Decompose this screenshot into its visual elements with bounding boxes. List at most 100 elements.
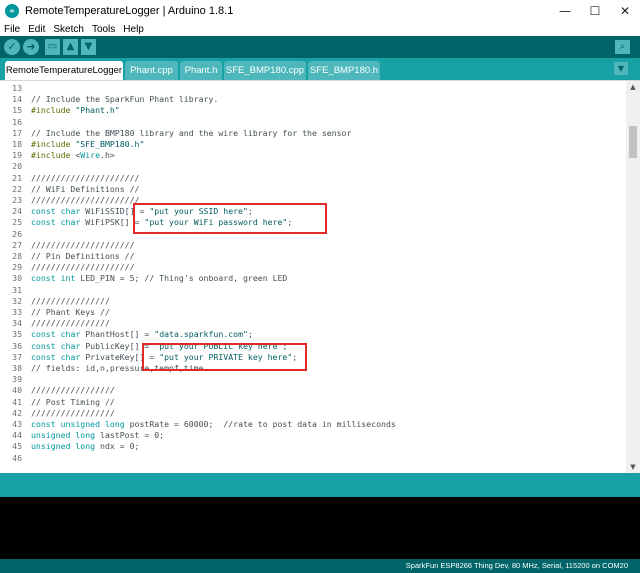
- scroll-up-icon[interactable]: ▲: [626, 81, 640, 93]
- code-line[interactable]: /////////////////: [31, 408, 624, 419]
- line-number: 15: [12, 105, 22, 116]
- line-number: 13: [12, 83, 22, 93]
- code-token: // Include the SparkFun Phant library.: [31, 94, 219, 105]
- tab-phant-cpp[interactable]: Phant.cpp: [125, 61, 178, 80]
- code-line[interactable]: //////////////////////: [31, 173, 624, 184]
- tab-sfe-bmp180-h[interactable]: SFE_BMP180.h: [308, 61, 380, 80]
- code-token: const: [31, 206, 56, 217]
- menu-help[interactable]: Help: [123, 24, 144, 35]
- code-line[interactable]: #include "SFE_BMP180.h": [31, 139, 624, 150]
- code-line[interactable]: const char PhantHost[] = "data.sparkfun.…: [31, 329, 624, 340]
- verify-button[interactable]: ✓: [4, 39, 20, 55]
- line-number: 27: [12, 239, 22, 250]
- code-line[interactable]: [31, 285, 624, 296]
- code-line[interactable]: // Post Timing //: [31, 397, 624, 408]
- code-token: // Phant Keys //: [31, 307, 110, 317]
- line-number: 22: [12, 183, 22, 194]
- code-line[interactable]: const unsigned long postRate = 60000; //…: [31, 419, 624, 430]
- code-token: //////////////////////: [31, 195, 140, 205]
- code-line[interactable]: // WiFi Definitions //: [31, 184, 624, 195]
- code-line[interactable]: /////////////////////: [31, 262, 624, 273]
- code-line[interactable]: const char WiFiPSK[] = "put your WiFi pa…: [31, 217, 624, 228]
- code-line[interactable]: [31, 229, 624, 240]
- menu-bar: File Edit Sketch Tools Help: [0, 22, 640, 36]
- arrow-up-icon: ▲: [66, 41, 75, 52]
- line-number: 33: [12, 307, 22, 317]
- code-token: unsigned: [31, 430, 71, 441]
- save-sketch-button[interactable]: ▼: [81, 39, 96, 55]
- vertical-scrollbar[interactable]: ▲ ▼: [626, 81, 640, 473]
- code-line[interactable]: [31, 117, 624, 128]
- toolbar: ✓ ➜ ▭ ▲ ▼ ⌕: [0, 36, 640, 58]
- tab-menu-button[interactable]: ▼: [614, 62, 628, 75]
- code-line[interactable]: const char PrivateKey[] = "put your PRIV…: [31, 352, 624, 363]
- line-number: 45: [12, 441, 22, 452]
- scrollbar-thumb[interactable]: [629, 126, 637, 158]
- code-token: char: [60, 217, 81, 228]
- line-number: 25: [12, 217, 22, 228]
- code-token: #include: [31, 139, 71, 149]
- code-token: "SFE_BMP180.h": [75, 139, 145, 149]
- code-token: const: [31, 217, 56, 228]
- code-line[interactable]: #include "Phant.h": [31, 105, 624, 116]
- code-line[interactable]: // Include the SparkFun Phant library.: [31, 94, 624, 105]
- code-token: // Pin Definitions //: [31, 251, 135, 261]
- code-line[interactable]: /////////////////: [31, 385, 624, 396]
- code-line[interactable]: // Include the BMP180 library and the wi…: [31, 128, 624, 139]
- code-line[interactable]: [31, 453, 624, 464]
- tab-remote-temperature-logger[interactable]: RemoteTemperatureLogger: [5, 61, 123, 80]
- serial-monitor-button[interactable]: ⌕: [615, 40, 630, 54]
- upload-button[interactable]: ➜: [23, 39, 39, 55]
- code-token: const: [31, 340, 56, 351]
- code-line[interactable]: [31, 374, 624, 385]
- line-number: 35: [12, 329, 22, 340]
- scroll-down-icon[interactable]: ▼: [626, 461, 640, 473]
- maximize-button[interactable]: ☐: [580, 0, 610, 22]
- line-number: 39: [12, 374, 22, 385]
- code-token: ndx = 0;: [95, 441, 140, 452]
- code-line[interactable]: /////////////////////: [31, 240, 624, 251]
- code-line[interactable]: ////////////////: [31, 296, 624, 307]
- code-token: unsigned: [60, 419, 101, 429]
- code-area[interactable]: // Include the SparkFun Phant library. #i…: [31, 82, 624, 473]
- menu-edit[interactable]: Edit: [28, 24, 45, 35]
- window-controls: — ☐ ✕: [550, 0, 640, 22]
- code-editor[interactable]: 13 14 15 16 17 18 19 20 21 22 23 24 25 26 27 28 29 30 31 32…: [0, 80, 640, 473]
- open-sketch-button[interactable]: ▲: [63, 39, 78, 55]
- line-number: 20: [12, 161, 22, 172]
- code-line[interactable]: // fields: id,n,pressure,tempf,time: [31, 363, 624, 374]
- code-line[interactable]: const int LED_PIN = 5; // Thing's onboar…: [31, 273, 624, 284]
- menu-sketch[interactable]: Sketch: [53, 24, 84, 35]
- code-line[interactable]: const char PublicKey[] = "put your PUBLI…: [31, 341, 624, 352]
- close-button[interactable]: ✕: [610, 0, 640, 22]
- code-token: /////////////////////: [31, 262, 135, 273]
- code-line[interactable]: //////////////////////: [31, 195, 624, 206]
- arrow-right-icon: ➜: [26, 40, 36, 53]
- code-token: PhantHost[] =: [80, 329, 155, 340]
- new-file-icon: ▭: [47, 41, 58, 52]
- code-line[interactable]: // Pin Definitions //: [31, 251, 624, 262]
- tab-phant-h[interactable]: Phant.h: [180, 61, 222, 80]
- line-number: 46: [12, 452, 22, 463]
- code-line[interactable]: const char WiFiSSID[] = "put your SSID h…: [31, 206, 624, 217]
- new-sketch-button[interactable]: ▭: [45, 39, 60, 55]
- tab-sfe-bmp180-cpp[interactable]: SFE_BMP180.cpp: [224, 61, 306, 80]
- code-line[interactable]: #include <Wire.h>: [31, 150, 624, 161]
- line-number: 23: [12, 195, 22, 205]
- line-number: 17: [12, 127, 22, 138]
- code-line[interactable]: unsigned long lastPost = 0;: [31, 430, 624, 441]
- menu-tools[interactable]: Tools: [92, 24, 115, 35]
- code-line[interactable]: // Phant Keys //: [31, 307, 624, 318]
- line-number: 19: [12, 150, 22, 161]
- minimize-button[interactable]: —: [550, 0, 580, 22]
- code-token: char: [60, 340, 81, 351]
- line-number: 28: [12, 251, 22, 261]
- code-line[interactable]: [31, 83, 624, 94]
- code-token: unsigned: [31, 441, 71, 452]
- code-token: ////////////////: [31, 318, 110, 329]
- code-line[interactable]: ////////////////: [31, 318, 624, 329]
- line-number: 40: [12, 385, 22, 396]
- menu-file[interactable]: File: [4, 24, 20, 35]
- code-line[interactable]: unsigned long ndx = 0;: [31, 441, 624, 452]
- code-line[interactable]: [31, 161, 624, 172]
